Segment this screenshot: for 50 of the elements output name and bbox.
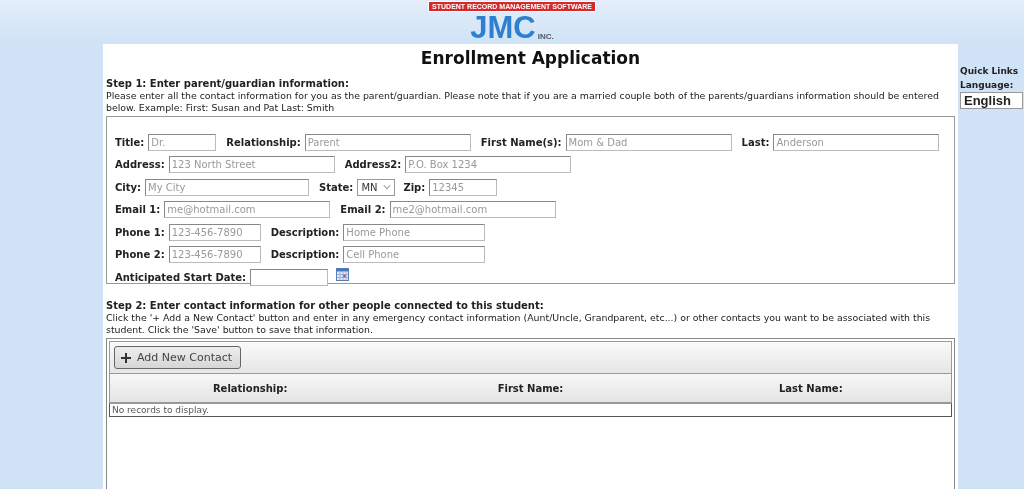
step-heading: Step 1: Enter parent/guardian information:	[106, 78, 350, 90]
field-label: City:	[115, 181, 142, 193]
add-contact-button[interactable]: Add New Contact	[114, 346, 242, 369]
column-header: Last Name:	[778, 382, 844, 394]
text-field[interactable]: Home Phone	[343, 223, 486, 241]
field-label: Description:	[270, 249, 340, 261]
field-label: Relationship:	[226, 136, 301, 148]
column-header: Relationship:	[211, 382, 289, 394]
field-label: Phone 2:	[115, 249, 165, 261]
text-field[interactable]: Parent	[304, 133, 471, 151]
field-label: Address:	[115, 159, 165, 171]
column-header: First Name:	[496, 382, 565, 394]
page-title: Enrollment Application	[419, 47, 642, 70]
state-dropdown[interactable]: MN	[357, 178, 396, 196]
field-label: State:	[319, 181, 354, 193]
field-label: Zip:	[403, 181, 426, 193]
step-heading: Step 2: Enter contact information for other people connected to this student:	[106, 300, 545, 312]
text-field[interactable]: Cell Phone	[343, 246, 486, 264]
text-field[interactable]: Anderson	[773, 133, 940, 151]
chevron-down-icon	[383, 184, 392, 191]
logo-suffix: INC.	[537, 33, 554, 41]
field-label: Anticipated Start Date:	[115, 271, 247, 283]
language-dropdown[interactable]: English	[960, 92, 1023, 109]
date-field[interactable]	[250, 268, 329, 286]
step-description: Please enter all the contact information for you as the parent/guardian. Please note that if you are a married couple both of the parents/guardians information should be entered below. Example: First: Susan and Pat Last: Smith	[106, 90, 940, 114]
field-label: First Name(s):	[480, 136, 562, 148]
text-field[interactable]: 123-456-7890	[168, 223, 261, 241]
field-label: Last:	[741, 136, 770, 148]
step-description: Click the '+ Add a New Contact' button and enter in any emergency contact information (Aunt/Uncle, Grandparent, etc...) or other contacts you want to be associated with this student. Click the 'Save' button to save that information.	[106, 312, 932, 336]
text-field[interactable]: P.O. Box 1234	[405, 156, 572, 174]
text-field[interactable]: 123 North Street	[168, 156, 335, 174]
field-label: Title:	[115, 136, 145, 148]
text-field[interactable]: 12345	[429, 178, 498, 196]
field-label: Phone 1:	[115, 226, 165, 238]
text-field[interactable]: Dr.	[148, 133, 217, 151]
logo-wordmark: JMC	[470, 12, 536, 43]
text-field[interactable]: My City	[145, 178, 310, 196]
language-label: Language:	[960, 80, 1015, 90]
field-label: Address2:	[344, 159, 402, 171]
calendar-icon[interactable]	[336, 267, 350, 281]
field-label: Description:	[270, 226, 340, 238]
plus-icon	[121, 352, 131, 363]
text-field[interactable]: me@hotmail.com	[164, 201, 331, 219]
field-label: Email 1:	[115, 204, 161, 216]
text-field[interactable]: 123-456-7890	[168, 246, 261, 264]
text-field[interactable]: me2@hotmail.com	[389, 201, 556, 219]
field-label: Email 2:	[340, 204, 386, 216]
empty-message: No records to display.	[109, 403, 952, 417]
text-field[interactable]: Mom & Dad	[565, 133, 732, 151]
quick-links-heading: Quick Links	[960, 66, 1020, 76]
